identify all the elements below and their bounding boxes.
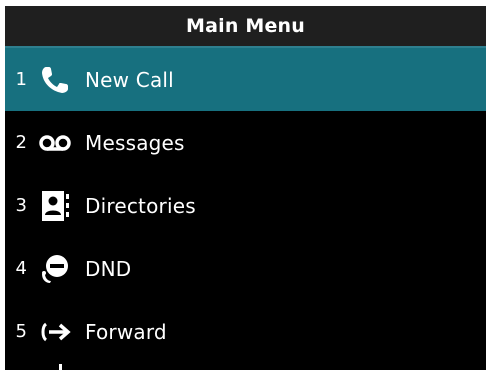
main-menu-list: 1 New Call 2 Messages 3 Directories 4 DN… — [5, 48, 486, 363]
voicemail-icon — [35, 126, 75, 160]
menu-item-directories[interactable]: 3 Directories — [5, 174, 486, 237]
phone-icon — [35, 63, 75, 97]
title-bar: Main Menu — [5, 6, 486, 46]
menu-item-number: 5 — [15, 321, 27, 342]
page-title: Main Menu — [185, 15, 306, 37]
menu-item-number: 1 — [15, 69, 27, 90]
menu-item-new-call[interactable]: 1 New Call — [5, 48, 486, 111]
forward-arrow-icon — [35, 315, 75, 349]
menu-item-forward[interactable]: 5 Forward — [5, 300, 486, 363]
menu-item-label: DND — [85, 256, 132, 281]
menu-item-messages[interactable]: 2 Messages — [5, 111, 486, 174]
menu-item-number: 2 — [15, 132, 27, 153]
menu-item-label: Directories — [85, 193, 196, 218]
do-not-disturb-icon — [35, 252, 75, 286]
next-menu-item-icon — [53, 363, 67, 370]
menu-item-label: Forward — [85, 319, 167, 344]
menu-item-number: 4 — [15, 258, 27, 279]
phone-screen: Main Menu 1 New Call 2 Messages 3 Direct… — [5, 6, 486, 370]
contact-card-icon — [35, 189, 75, 223]
menu-item-label: New Call — [85, 67, 174, 92]
menu-item-dnd[interactable]: 4 DND — [5, 237, 486, 300]
menu-item-label: Messages — [85, 130, 185, 155]
menu-item-number: 3 — [15, 195, 27, 216]
